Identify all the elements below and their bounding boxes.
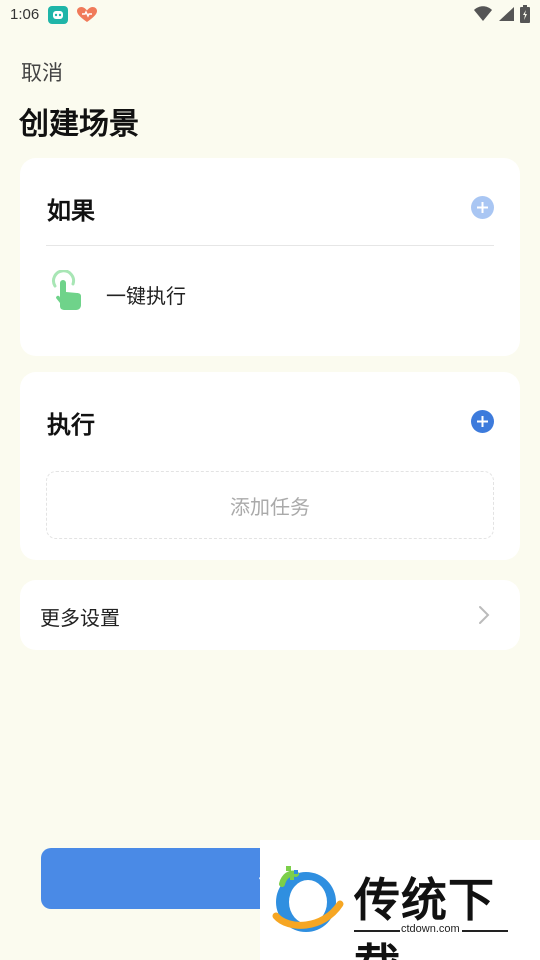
action-card: 执行 添加任务	[20, 372, 520, 560]
trigger-label: 一键执行	[106, 284, 186, 308]
wifi-icon	[474, 6, 492, 26]
battery-icon	[520, 5, 530, 27]
if-card-title: 如果	[47, 197, 95, 225]
chevron-right-icon	[478, 605, 490, 629]
add-task-placeholder[interactable]: 添加任务	[46, 471, 494, 539]
plus-icon	[477, 416, 488, 427]
tap-hand-icon	[48, 269, 84, 316]
add-task-label: 添加任务	[230, 494, 310, 519]
app-notification-icon	[48, 6, 68, 24]
watermark-brand: 传统下载	[354, 873, 495, 960]
add-condition-button[interactable]	[471, 196, 494, 219]
watermark-url: ctdown.com	[401, 923, 460, 935]
watermark-logo-icon	[268, 864, 348, 942]
divider	[462, 930, 508, 932]
action-card-title: 执行	[47, 411, 95, 439]
more-settings-label: 更多设置	[40, 606, 120, 630]
more-settings-row[interactable]: 更多设置	[20, 580, 520, 650]
status-bar: 1:06	[0, 0, 540, 30]
cancel-button[interactable]: 取消	[21, 57, 63, 87]
divider	[354, 930, 400, 932]
trigger-one-tap[interactable]: 一键执行	[46, 266, 494, 318]
add-action-button[interactable]	[471, 410, 494, 433]
watermark: 传统下载 ctdown.com	[260, 840, 540, 960]
page-title: 创建场景	[19, 107, 139, 142]
status-time: 1:06	[10, 6, 40, 23]
plus-icon	[477, 202, 488, 213]
divider	[46, 245, 494, 246]
signal-icon	[498, 6, 514, 26]
if-card: 如果 一键执行	[20, 158, 520, 356]
heart-app-icon	[76, 6, 98, 28]
